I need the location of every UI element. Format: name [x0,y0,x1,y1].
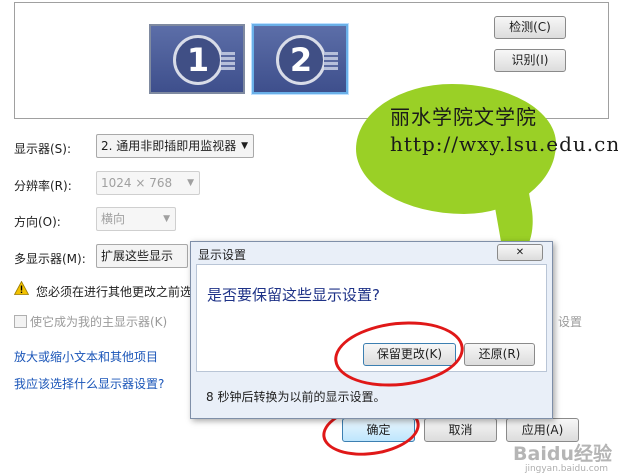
resolution-label: 分辨率(R): [14,179,72,193]
countdown-text: 8 秒钟后转换为以前的显示设置。 [206,390,386,404]
speech-bubble-text: 丽水学院文学院http://wxy.lsu.edu.cn/ [390,105,618,156]
monitor-1[interactable]: 1 [149,24,245,94]
primary-display-label: 使它成为我的主显示器(K) [30,315,168,329]
display-select[interactable]: 2. 通用非即插即用监视器 ▼ [96,134,254,158]
display-select-value: 2. 通用非即插即用监视器 [101,139,237,153]
cancel-button[interactable]: 取消 [424,418,497,442]
monitor-1-number: 1 [173,35,223,85]
dialog-question: 是否要保留这些显示设置? [207,286,380,304]
dialog-title: 显示设置 [198,248,247,262]
warning-text: 您必须在进行其他更改之前选 [36,285,193,299]
identify-button[interactable]: 识别(I) [494,49,566,72]
resolution-select: 1024 × 768 ▼ [96,171,200,195]
close-icon: ✕ [515,247,525,258]
multi-display-label: 多显示器(M): [14,252,86,266]
detect-button[interactable]: 检测(C) [494,16,566,39]
primary-display-checkbox [14,315,27,328]
monitor-icon [324,52,338,70]
which-settings-link[interactable]: 我应该选择什么显示器设置? [14,375,164,392]
monitor-2-number: 2 [276,35,326,85]
advanced-settings-partial: 设置 [558,315,583,329]
orientation-select-value: 横向 [101,212,126,226]
monitor-icon [221,52,235,70]
display-label: 显示器(S): [14,142,72,156]
monitor-2[interactable]: 2 [252,24,348,94]
orientation-select: 横向 ▼ [96,207,176,231]
chevron-down-icon: ▼ [163,214,170,224]
multi-display-select-value: 扩展这些显示 [101,249,174,263]
revert-button[interactable]: 还原(R) [464,343,535,366]
watermark: Baidu经验 [513,443,612,465]
dialog-close-button[interactable]: ✕ [497,244,543,261]
text-size-link[interactable]: 放大或缩小文本和其他项目 [14,348,158,365]
watermark-url: jingyan.baidu.com [524,464,608,474]
chevron-down-icon: ▼ [187,178,194,188]
warning-icon [13,280,30,295]
orientation-label: 方向(O): [14,215,61,229]
multi-display-select[interactable]: 扩展这些显示 [96,244,188,268]
chevron-down-icon: ▼ [241,141,248,151]
resolution-select-value: 1024 × 768 [101,176,173,190]
